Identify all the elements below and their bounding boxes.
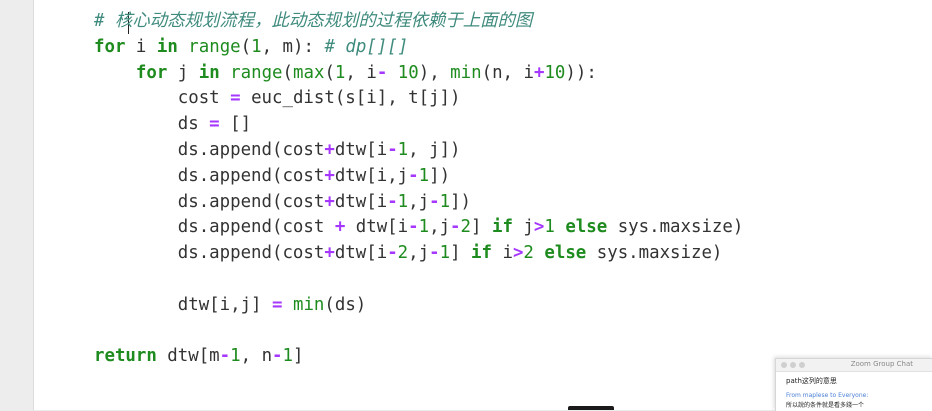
chat-title: Zoom Group Chat [850,360,913,368]
chat-sender-label: From maplese to Everyone: [786,392,869,399]
minimize-window-icon[interactable] [790,362,796,368]
close-window-icon[interactable] [781,362,787,368]
code-line-comment: # 核心动态规划流程，此动态规划的过程依赖于上面的图 [94,11,533,31]
code-line: ds.append(cost+dtw[i-1, j]) [94,139,461,160]
zoom-chat-window[interactable]: Zoom Group Chat path这列的意思 From maplese t… [775,358,932,411]
code-block[interactable]: # 核心动态规划流程，此动态规划的过程依赖于上面的图 for i in range… [94,9,743,370]
code-editor[interactable]: # 核心动态规划流程，此动态规划的过程依赖于上面的图 for i in range… [33,0,932,410]
code-line: ds.append(cost+dtw[i-1,j-1]) [94,191,472,212]
chat-message: 所以說的条件就是看多錢一个 [786,402,865,409]
code-line: dtw[i,j] = min(ds) [94,294,367,315]
chat-titlebar[interactable]: Zoom Group Chat [776,359,932,372]
code-line: for j in range(max(1, i- 10), min(n, i+1… [135,62,597,83]
code-line: ds.append(cost+dtw[i-2,j-1] if i>2 else … [94,243,723,264]
code-line: ds = [] [94,114,252,135]
maximize-window-icon[interactable] [799,362,805,368]
code-line: for i in range(1, m): # dp[][] [94,36,409,57]
code-line: ds.append(cost + dtw[i-1,j-2] if j>1 els… [94,217,744,238]
left-margin [0,0,33,410]
code-line: return dtw[m-1, n-1] [94,346,304,367]
code-line: ds.append(cost+dtw[i,j-1]) [94,165,451,186]
chat-message: path这列的意思 [786,377,837,385]
screen-share-toolbar-handle[interactable] [568,406,614,410]
code-line: cost = euc_dist(s[i], t[j]) [94,88,461,109]
